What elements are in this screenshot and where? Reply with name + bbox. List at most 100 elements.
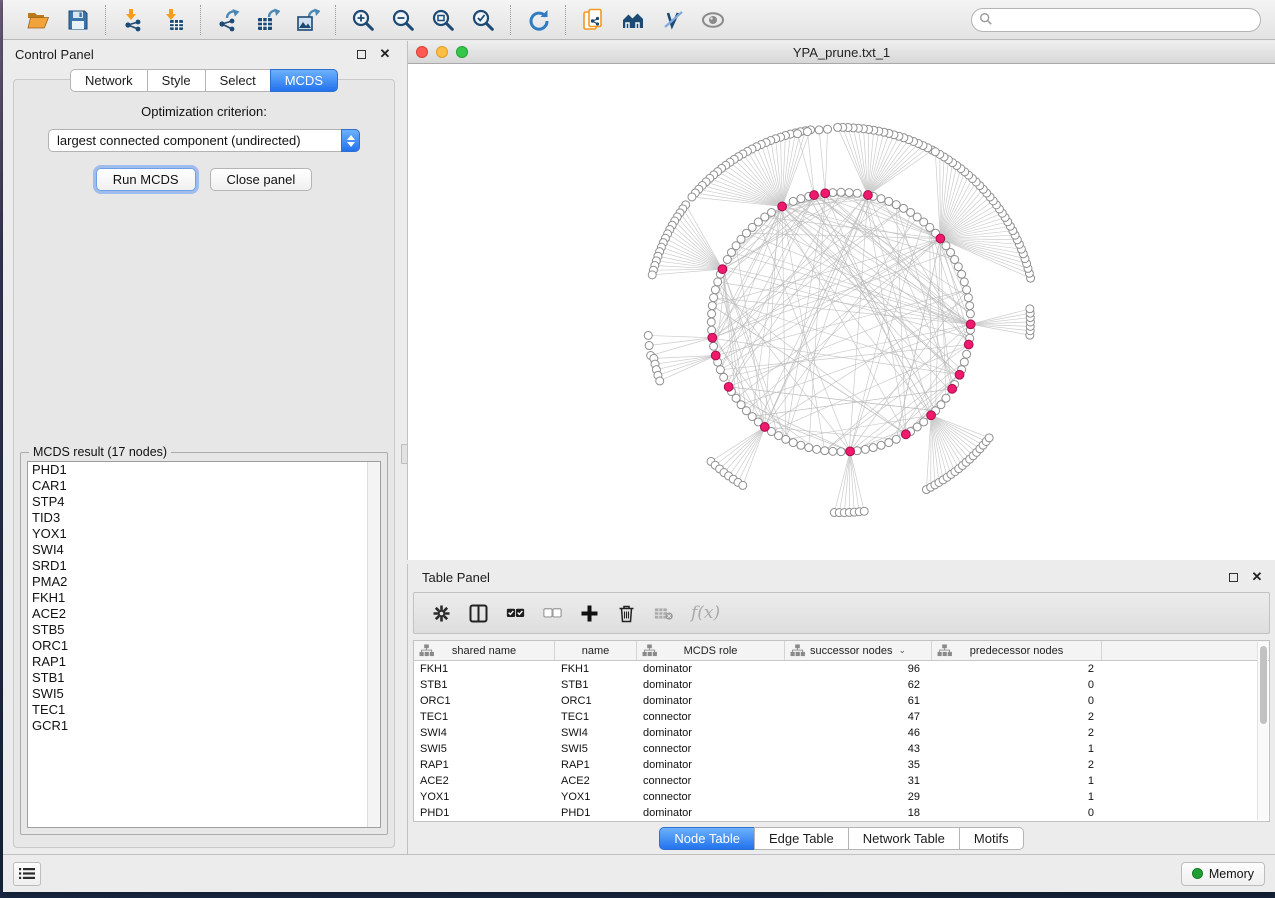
table-row[interactable]: ACE2ACE2connector311 [414, 773, 1269, 789]
memory-button[interactable]: Memory [1181, 862, 1265, 886]
table-row[interactable]: TEC1TEC1connector472 [414, 709, 1269, 725]
graph-node[interactable] [708, 302, 716, 310]
table-row[interactable]: ORC1ORC1dominator610 [414, 693, 1269, 709]
graph-hub-node[interactable] [927, 411, 936, 420]
add-column-icon[interactable] [580, 604, 599, 623]
mcds-result-item[interactable]: FKH1 [28, 590, 380, 606]
graph-node[interactable] [837, 188, 845, 196]
graph-node[interactable] [853, 189, 861, 197]
function-builder-icon[interactable]: f(x) [691, 603, 720, 623]
graph-hub-node[interactable] [810, 191, 819, 200]
column-header-name[interactable]: name [555, 641, 637, 660]
refresh-view-icon[interactable] [521, 5, 555, 35]
window-maximize-icon[interactable] [456, 46, 468, 58]
run-mcds-button[interactable]: Run MCDS [96, 168, 196, 191]
share-document-icon[interactable] [576, 5, 610, 35]
show-labels-eye-icon[interactable] [696, 5, 730, 35]
graph-node[interactable] [813, 445, 821, 453]
tab-mcds[interactable]: MCDS [270, 69, 338, 92]
zoom-fit-icon[interactable] [426, 5, 460, 35]
graph-node[interactable] [716, 366, 724, 374]
graph-satellite-node[interactable] [985, 434, 993, 442]
table-scrollbar[interactable] [1257, 642, 1268, 820]
import-network-icon[interactable] [116, 5, 150, 35]
graph-node[interactable] [723, 256, 731, 264]
graph-hub-node[interactable] [724, 382, 733, 391]
graph-satellite-node[interactable] [1026, 305, 1034, 313]
graph-satellite-node[interactable] [688, 193, 696, 201]
graph-node[interactable] [789, 197, 797, 205]
graph-node[interactable] [805, 444, 813, 452]
column-header-mcds-role[interactable]: MCDS role [637, 641, 785, 660]
select-all-icon[interactable] [506, 604, 525, 623]
graph-node[interactable] [885, 439, 893, 447]
graph-hub-node[interactable] [966, 320, 975, 329]
tab-motifs[interactable]: Motifs [959, 827, 1024, 850]
graph-node[interactable] [789, 439, 797, 447]
mcds-result-item[interactable]: SWI4 [28, 542, 380, 558]
graph-node[interactable] [958, 270, 966, 278]
graph-satellite-node[interactable] [860, 507, 868, 515]
graph-node[interactable] [714, 278, 722, 286]
graph-node[interactable] [877, 441, 885, 449]
delete-column-icon[interactable] [617, 604, 636, 623]
graph-satellite-node[interactable] [656, 377, 664, 385]
graph-satellite-node[interactable] [815, 126, 823, 134]
mcds-result-item[interactable]: STB5 [28, 622, 380, 638]
optimization-criterion-select[interactable]: largest connected component (undirected) [48, 129, 360, 152]
column-header-shared-name[interactable]: shared name [414, 641, 555, 660]
graph-hub-node[interactable] [821, 189, 830, 198]
deselect-all-icon[interactable] [543, 604, 562, 623]
graph-node[interactable] [964, 294, 972, 302]
graph-satellite-node[interactable] [824, 125, 832, 133]
table-row[interactable]: SWI5SWI5connector431 [414, 741, 1269, 757]
open-file-icon[interactable] [21, 5, 55, 35]
table-row[interactable]: FKH1FKH1dominator962 [414, 661, 1269, 677]
task-history-icon[interactable] [13, 862, 41, 886]
graph-node[interactable] [797, 195, 805, 203]
graph-satellite-node[interactable] [645, 342, 653, 350]
tab-network-table[interactable]: Network Table [848, 827, 959, 850]
table-row[interactable]: PHD1PHD1dominator180 [414, 805, 1269, 821]
graph-node[interactable] [869, 444, 877, 452]
clear-table-icon[interactable] [654, 604, 673, 623]
mcds-result-item[interactable]: GCR1 [28, 718, 380, 734]
graph-node[interactable] [942, 394, 950, 402]
tab-node-table[interactable]: Node Table [659, 827, 754, 850]
graph-node[interactable] [877, 195, 885, 203]
zoom-in-icon[interactable] [346, 5, 380, 35]
zoom-out-icon[interactable] [386, 5, 420, 35]
graph-hub-node[interactable] [760, 423, 769, 432]
mcds-result-item[interactable]: TEC1 [28, 702, 380, 718]
graph-node[interactable] [960, 278, 968, 286]
control-panel-float-icon[interactable] [353, 46, 369, 62]
window-close-icon[interactable] [416, 46, 428, 58]
column-header-predecessor-nodes[interactable]: predecessor nodes [932, 641, 1102, 660]
graph-satellite-node[interactable] [803, 128, 811, 136]
graph-node[interactable] [707, 318, 715, 326]
mcds-result-item[interactable]: SWI5 [28, 686, 380, 702]
graph-node[interactable] [708, 310, 716, 318]
table-panel-float-icon[interactable] [1225, 569, 1241, 585]
table-options-icon[interactable] [432, 604, 451, 623]
graph-node[interactable] [782, 435, 790, 443]
graph-satellite-node[interactable] [834, 123, 842, 131]
graph-hub-node[interactable] [955, 370, 964, 379]
control-panel-close-icon[interactable]: ✕ [377, 46, 393, 62]
mcds-result-item[interactable]: PMA2 [28, 574, 380, 590]
hide-labels-icon[interactable] [656, 5, 690, 35]
graph-hub-node[interactable] [901, 430, 910, 439]
graph-hub-node[interactable] [778, 202, 787, 211]
graph-satellite-node[interactable] [739, 481, 747, 489]
graph-node[interactable] [829, 447, 837, 455]
table-panel-close-icon[interactable]: ✕ [1249, 569, 1265, 585]
graph-node[interactable] [942, 242, 950, 250]
zoom-selected-icon[interactable] [466, 5, 500, 35]
graph-node[interactable] [720, 373, 728, 381]
export-image-icon[interactable] [291, 5, 325, 35]
window-minimize-icon[interactable] [436, 46, 448, 58]
mcds-result-item[interactable]: STP4 [28, 494, 380, 510]
mcds-result-item[interactable]: TID3 [28, 510, 380, 526]
split-view-icon[interactable] [469, 604, 488, 623]
graph-node[interactable] [963, 350, 971, 358]
